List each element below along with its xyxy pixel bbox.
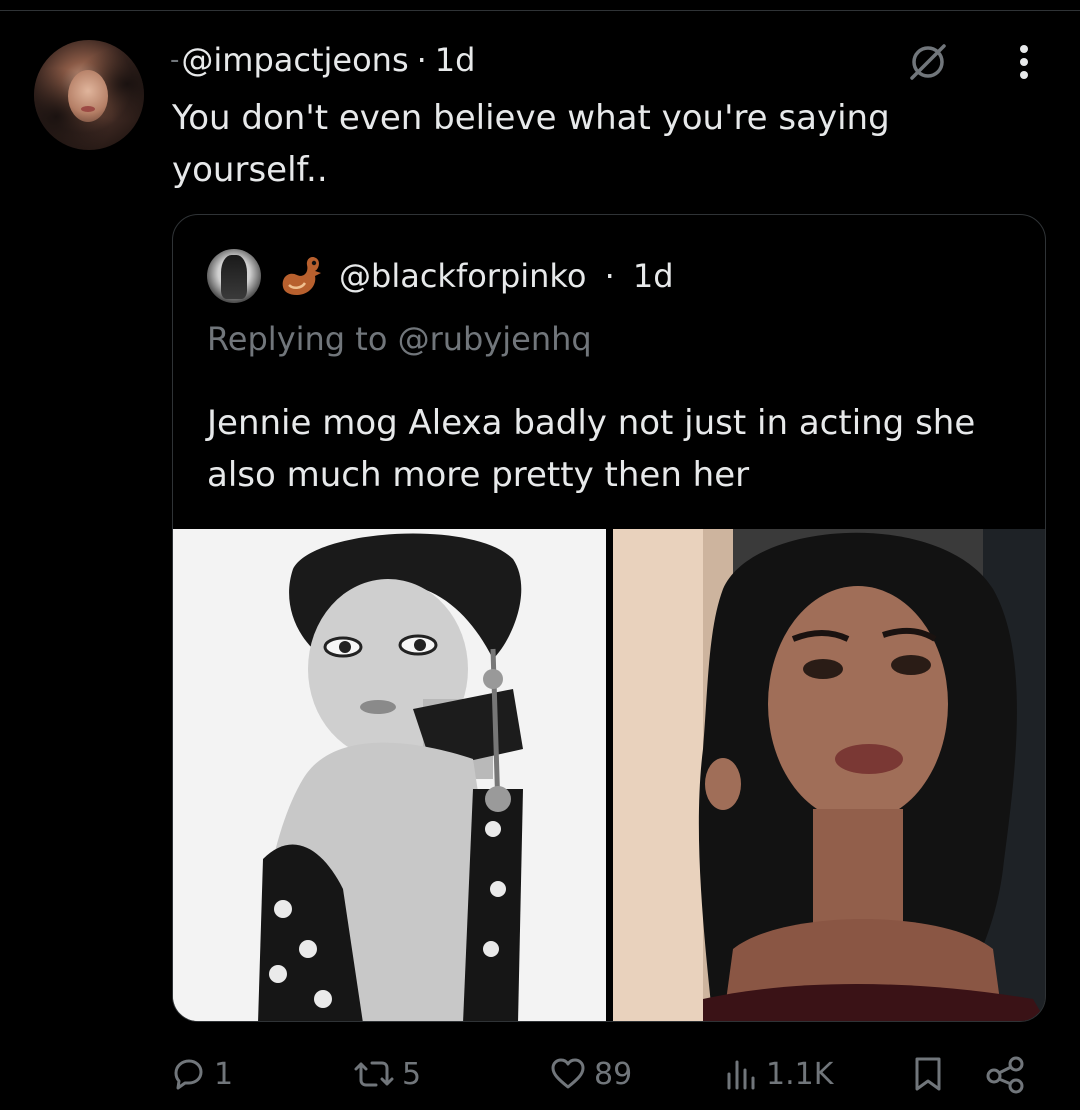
reply-count: 1	[214, 1056, 234, 1092]
quoted-author-avatar[interactable]	[207, 249, 261, 303]
reply-button[interactable]: 1	[168, 1046, 233, 1102]
quoted-avatar-figure	[221, 255, 247, 299]
views-count: 1.1K	[766, 1056, 834, 1092]
repost-count: 5	[402, 1056, 422, 1092]
photo-color-portrait[interactable]	[613, 529, 1045, 1021]
reply-icon	[174, 1059, 203, 1090]
author-avatar[interactable]	[34, 40, 144, 150]
photo-black-and-white-portrait[interactable]	[173, 529, 606, 1021]
views-button[interactable]: 1.1K	[724, 1046, 833, 1102]
quoted-separator: ·	[604, 257, 615, 295]
like-count: 89	[594, 1056, 633, 1092]
header-separator: ·	[416, 41, 427, 79]
author-handle[interactable]: @impactjeons	[181, 41, 408, 79]
repost-icon	[354, 1061, 394, 1087]
more-icon[interactable]	[1004, 40, 1044, 84]
top-divider	[0, 10, 1080, 11]
quoted-handle[interactable]: @blackforpinko	[339, 257, 586, 295]
quoted-tweet-text: Jennie mog Alexa badly not just in actin…	[207, 403, 976, 495]
mute-icon[interactable]	[906, 40, 950, 84]
share-icon	[986, 1056, 1024, 1094]
tweet-header: - @impactjeons · 1d	[170, 38, 475, 82]
like-icon	[551, 1058, 585, 1089]
like-button[interactable]: 89	[548, 1046, 632, 1102]
duck-emoji-icon	[275, 249, 325, 303]
avatar-face	[68, 70, 108, 122]
tweet-text: You don't even believe what you're sayin…	[172, 98, 901, 190]
quoted-media[interactable]	[173, 529, 1045, 1021]
views-icon	[727, 1060, 755, 1090]
repost-button[interactable]: 5	[352, 1046, 421, 1102]
author-dash: -	[170, 45, 180, 75]
quoted-tweet-card[interactable]: @blackforpinko · 1d Replying to @rubyjen…	[172, 214, 1046, 1022]
bookmark-icon	[915, 1057, 941, 1091]
replying-to[interactable]: Replying to @rubyjenhq	[207, 315, 592, 363]
avatar-lips	[81, 106, 95, 112]
action-bar: 1 5 89 1.1K	[0, 1046, 1080, 1102]
bookmark-button[interactable]	[910, 1046, 946, 1102]
quoted-header: @blackforpinko · 1d	[339, 251, 674, 301]
tweet-time[interactable]: 1d	[435, 41, 476, 79]
quoted-time[interactable]: 1d	[633, 257, 674, 295]
share-button[interactable]	[984, 1046, 1028, 1102]
